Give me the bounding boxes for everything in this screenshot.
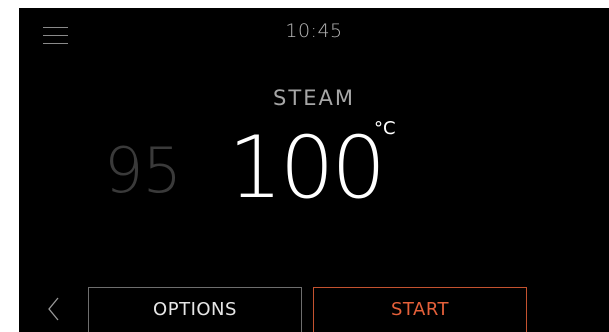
temperature-unit: °C xyxy=(374,118,396,139)
oven-control-screen: 10:45 STEAM ) 95 100 °C OPTIONS START xyxy=(0,0,609,332)
temperature-option-previous[interactable]: 95 xyxy=(104,140,182,202)
cooking-mode-label: STEAM xyxy=(273,86,355,110)
menu-line xyxy=(43,43,68,44)
temperature-selected-value[interactable]: 100 xyxy=(228,125,386,211)
display-panel: 10:45 STEAM ) 95 100 °C OPTIONS START xyxy=(19,8,609,332)
clock-time: 10:45 xyxy=(285,20,343,42)
temperature-option-previous-partial[interactable]: ) xyxy=(19,142,24,196)
chevron-left-icon[interactable] xyxy=(43,296,65,322)
start-button[interactable]: START xyxy=(313,287,527,332)
options-button[interactable]: OPTIONS xyxy=(88,287,302,332)
